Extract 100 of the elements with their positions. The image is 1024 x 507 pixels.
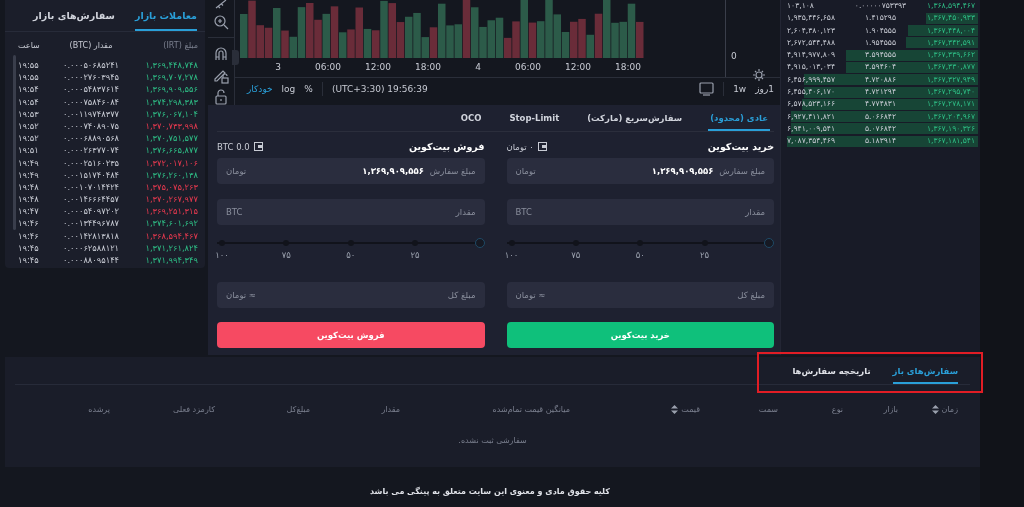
interval-button[interactable]: 1روز	[755, 84, 774, 94]
tab[interactable]: سفارش‌های باز	[892, 366, 958, 384]
time-label: 18:00	[614, 62, 642, 72]
amount-cell-text: ۰.۰۰۰۶۲۵۸۸۱۲۱	[61, 241, 121, 254]
tab[interactable]: سفارش‌های بازار	[33, 10, 115, 31]
time-label: 06:00	[314, 62, 342, 72]
time-cell-text: ۱۹:۵۴	[18, 83, 40, 96]
settings-icon[interactable]	[753, 69, 765, 81]
column-header: زمان	[941, 405, 958, 414]
field-value: ۱,۳۶۹,۹۰۹,۵۵۶	[362, 166, 424, 176]
price-cell-text: ۱,۳۷۰,۷۳۳,۹۹۸	[144, 119, 198, 133]
sort-icon[interactable]	[931, 405, 939, 414]
ruler-icon[interactable]	[213, 0, 229, 9]
unit-label: ≈ تومان	[226, 290, 256, 300]
panel-title: فروش بیت‌کوین	[408, 141, 485, 152]
slider-label: ۲۵	[410, 250, 420, 260]
column-header: سمت	[757, 405, 778, 414]
slider-thumb[interactable]	[764, 238, 774, 248]
copyright-text: کلیه حقوق مادی و معنوی این سایت متعلق به پینگی می باشد	[370, 487, 610, 496]
amount-cell-text: ۰.۰۰۱۱۹۷۴۸۳۷۷	[61, 107, 121, 120]
sort-icon[interactable]	[671, 405, 679, 414]
time-cell-text: ۱۹:۴۷	[18, 205, 40, 218]
tab[interactable]: Stop-Limit	[507, 113, 562, 131]
tab[interactable]: تاریخچه سفارش‌ها	[792, 366, 871, 384]
slider-label: ۱۰۰	[504, 250, 519, 260]
unit-label: تومان	[515, 166, 536, 176]
price-cell-text: ۱,۳۷۴,۶۰۱,۶۹۲	[144, 217, 198, 230]
total-field[interactable]: مبلغ کل ≈ تومان	[217, 282, 485, 308]
time-cell-text: ۱۹:۴۸	[18, 193, 40, 206]
slider-label: ۵۰	[635, 250, 645, 260]
amount-cell-text: ۰.۰۰۱۵۱۷۴۰۴۸۴	[61, 168, 121, 181]
amount-cell-text: ۰.۰۰۱۴۶۶۶۴۴۵۷	[61, 193, 121, 206]
placeholder: مقدار	[745, 207, 765, 217]
field-label: مبلغ سفارش	[719, 166, 765, 176]
price-cell-text: ۱,۳۷۰,۲۶۷,۹۷۷	[144, 193, 198, 206]
slider-label: ۱۰۰	[215, 250, 229, 260]
amount-cell-text: ۰.۰۰۰۵۴۸۳۷۶۱۴	[61, 83, 121, 96]
time-cell-text: ۱۹:۴۵	[18, 254, 40, 267]
column-header: مقدار	[380, 405, 400, 414]
price-field[interactable]: مبلغ سفارش ۱,۳۶۹,۹۰۹,۵۵۶ تومان	[506, 158, 774, 184]
tab[interactable]: معاملات بازار	[134, 10, 197, 31]
amount-cell-text: ۰.۰۰۰۶۸۸۹۰۵۶۸	[61, 132, 121, 145]
time-cell-text: ۱۹:۵۵	[18, 59, 40, 72]
wallet-icon	[537, 142, 547, 151]
placeholder: مبلغ کل	[737, 290, 765, 300]
price-cell-text: ۱,۳۶۸,۵۹۴,۴۶۷	[144, 229, 198, 242]
price-field[interactable]: مبلغ سفارش ۱,۳۶۹,۹۰۹,۵۵۶ تومان	[217, 158, 485, 184]
tab[interactable]: سفارش‌سریع (مارکت)	[585, 113, 685, 131]
zoom-in-icon[interactable]	[213, 14, 229, 30]
column-header: بازار	[882, 405, 898, 414]
magnet-icon[interactable]	[213, 46, 229, 62]
time-cell-text: ۱۹:۴۹	[18, 156, 40, 169]
slider-label: ۷۵	[281, 250, 291, 260]
amount-cell-text: ۰.۰۰۱۴۲۸۱۳۸۱۸	[61, 229, 121, 242]
column-header: مبلغ‌کل	[285, 405, 310, 414]
amount-cell-text: ۰.۰۰۰۲۵۱۶۰۲۳۵	[61, 156, 121, 169]
column-header: کارمزد فعلی	[172, 405, 215, 414]
percent-toggle[interactable]: %	[304, 84, 313, 94]
price-cell-text: ۱,۳۶۹,۲۵۱,۳۱۵	[144, 205, 198, 218]
auto-scale-toggle[interactable]: خودکار	[247, 84, 273, 94]
time-cell-text: ۱۹:۴۶	[18, 217, 40, 230]
time-cell-text: ۱۹:۵۱	[18, 144, 40, 157]
price-cell-text: ۱,۳۷۱,۹۹۴,۳۴۹	[144, 254, 198, 267]
tab[interactable]: عادی (محدود)	[708, 113, 770, 131]
collapse-handle[interactable]	[232, 50, 239, 65]
unit-label: ≈ تومان	[515, 290, 546, 300]
field-value: ۱,۳۶۹,۹۰۹,۵۵۶	[651, 166, 714, 176]
amount-cell-text: ۰.۰۰۰۲۷۶۰۳۹۴۵	[61, 71, 121, 84]
column-header: مقدار (BTC)	[68, 41, 114, 52]
column-header: ساعت	[18, 41, 41, 52]
unit-label: تومان	[226, 166, 247, 176]
amount-cell-text: ۰.۰۰۱۳۴۴۹۶۷۸۷	[61, 217, 121, 230]
slider-label: ۷۵	[571, 250, 581, 260]
price-cell-text: ۱,۳۶۹,۷۰۷,۲۷۸	[144, 71, 198, 84]
time-label: 4	[474, 62, 482, 72]
time-label: 06:00	[514, 62, 542, 72]
screen-icon[interactable]	[699, 82, 715, 96]
panel-title: خرید بیت‌کوین	[707, 141, 774, 152]
time-label: 12:00	[564, 62, 592, 72]
axis-label: 0	[731, 51, 737, 61]
total-field[interactable]: مبلغ کل ≈ تومان	[506, 282, 774, 308]
price-cell-text: ۱,۳۷۰,۷۵۱,۵۷۷	[144, 132, 198, 145]
price-cell-text: ۱,۳۷۶,۰۶۷,۱۰۴	[144, 107, 198, 120]
time-cell-text: ۱۹:۴۸	[18, 180, 40, 194]
time-cell-text: ۱۹:۵۳	[18, 107, 40, 120]
tab[interactable]: OCO	[458, 113, 484, 131]
interval-button[interactable]: 1w	[733, 84, 747, 94]
price-cell-text: ۱,۳۷۶,۲۶۰,۱۳۸	[144, 168, 198, 181]
time-cell-text: ۱۹:۴۶	[18, 229, 40, 242]
log-toggle[interactable]: log	[281, 84, 296, 94]
column-header: قیمت	[681, 405, 700, 414]
field-label: مبلغ سفارش	[429, 166, 476, 176]
lock-icon[interactable]	[213, 89, 229, 105]
time-cell-text: ۱۹:۵۴	[18, 95, 40, 108]
slider-label: ۲۵	[700, 250, 710, 260]
amount-cell-text: ۰.۰۰۰۵۰۶۸۵۲۴۱	[61, 59, 121, 72]
placeholder: مبلغ کل	[447, 290, 476, 300]
slider-thumb[interactable]	[474, 238, 485, 248]
time-cell-text: ۱۹:۵۲	[18, 119, 40, 133]
price-cell-text: ۱,۳۷۶,۶۶۵,۸۷۷	[144, 144, 198, 157]
